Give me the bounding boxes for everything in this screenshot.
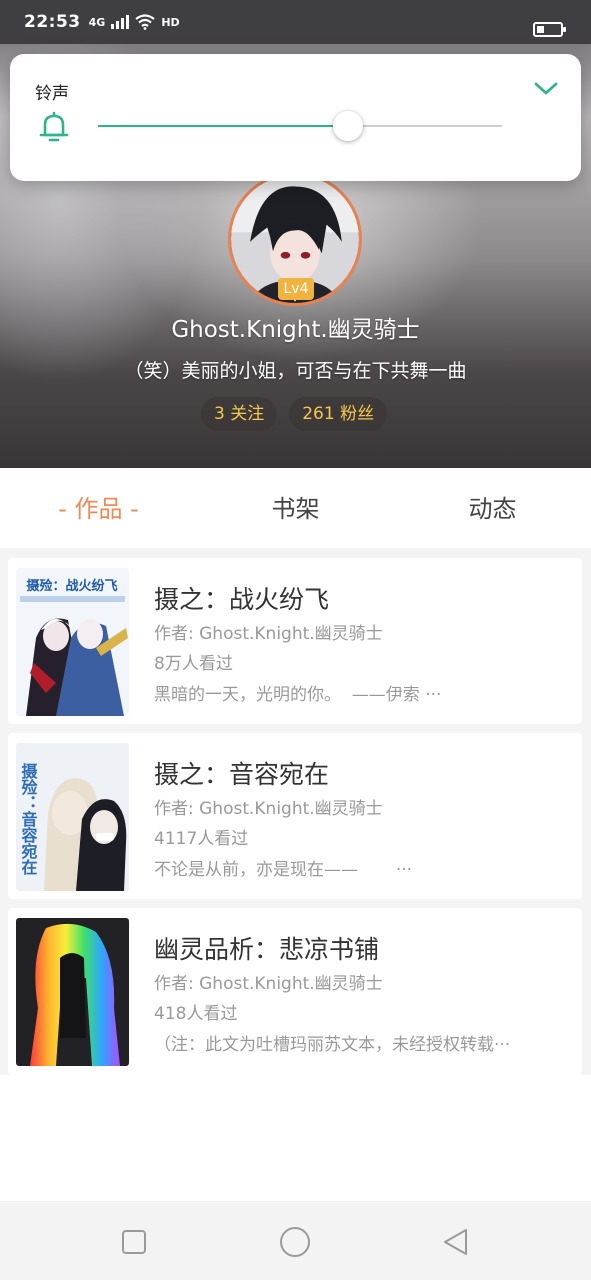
bell-icon[interactable] [37,110,71,144]
work-views: 418人看过 [154,1004,238,1024]
wifi-icon [135,14,155,30]
user-bio: （笑）美丽的小姐，可否与在下共舞一曲 [124,360,467,382]
hd-tag: HD [161,15,180,29]
tab-activity[interactable]: 动态 [394,468,591,548]
system-nav-bar [0,1201,591,1280]
followers-count[interactable]: 261 粉丝 [289,397,388,431]
user-name: Ghost.Knight.幽灵骑士 [171,317,420,343]
work-card[interactable]: 摄殓：音容宛在 摄之：音容宛在 作者: Ghost.Knight.幽灵骑士 41… [8,733,582,899]
work-cover[interactable]: 摄殓：音容宛在 [16,743,129,891]
work-views: 8万人看过 [154,654,233,674]
work-cover[interactable] [16,918,129,1066]
tab-works[interactable]: - 作品 - [0,468,197,548]
chevron-down-icon[interactable] [533,78,559,98]
work-cover[interactable]: 摄殓：战火纷飞 [16,568,129,716]
cover-title: 摄殓：战火纷飞 [26,578,117,594]
work-description: （注：此文为吐槽玛丽苏文本，未经授权转载··· [154,1035,511,1055]
square-icon[interactable] [117,1225,151,1259]
battery-icon [533,22,566,37]
profile-tabs: - 作品 - 书架 动态 [0,468,591,548]
following-count[interactable]: 3 关注 [201,397,278,431]
network-tag: 4G [88,15,106,29]
circle-icon[interactable] [278,1225,312,1259]
tab-bookshelf[interactable]: 书架 [197,468,394,548]
cover-title: 摄殓：音容宛在 [19,762,39,875]
list-end-space [0,1075,591,1201]
work-card[interactable]: 幽灵品析：悲凉书铺 作者: Ghost.Knight.幽灵骑士 418人看过 （… [8,908,582,1075]
work-views: 4117人看过 [154,829,249,849]
status-time: 22:53 [24,12,81,32]
level-badge: Lv4 [278,278,314,300]
work-description: 不论是从前，亦是现在—— ··· [154,860,413,880]
signal-icon [111,15,130,29]
volume-slider-thumb[interactable] [333,111,364,141]
triangle-back-icon[interactable] [439,1225,473,1259]
work-title: 摄之：音容宛在 [154,760,330,789]
work-card[interactable]: 摄殓：战火纷飞 摄之：战火纷飞 作者: Ghost.Knight.幽灵骑士 8万… [8,558,582,724]
work-author: 作者: Ghost.Knight.幽灵骑士 [154,624,383,644]
work-author: 作者: Ghost.Knight.幽灵骑士 [154,799,383,819]
status-bar: 22:53 4G HD [0,0,591,44]
work-description: 黑暗的一天，光明的你。 ——伊索 ··· [154,685,442,705]
work-title: 幽灵品析：悲凉书铺 [154,935,380,964]
work-title: 摄之：战火纷飞 [154,585,330,614]
stats-row: 3 关注 261 粉丝 [201,397,388,431]
work-author: 作者: Ghost.Knight.幽灵骑士 [154,974,383,994]
volume-slider[interactable] [98,111,502,141]
volume-slider-fill [98,125,349,127]
status-icons: 4G HD [89,14,180,30]
volume-label: 铃声 [35,84,69,104]
volume-panel: 铃声 [10,54,581,181]
